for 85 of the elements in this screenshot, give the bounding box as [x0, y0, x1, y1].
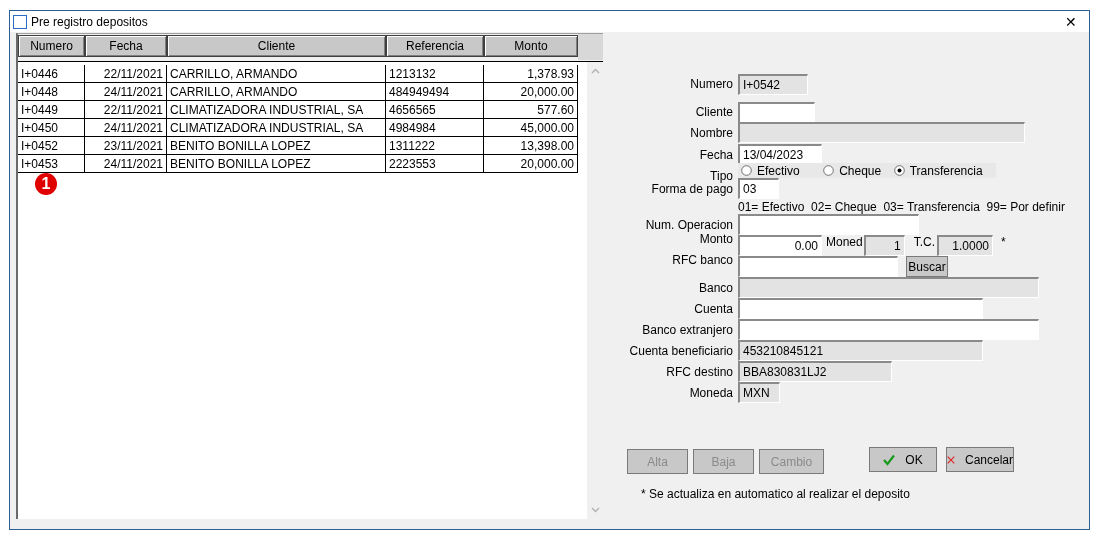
field-label: Num. Operacion — [644, 217, 733, 232]
table-cell: 484949494 — [386, 83, 484, 100]
table-cell: CLIMATIZADORA INDUSTRIAL, SA — [167, 101, 386, 118]
input-field: I+0542 — [738, 73, 808, 95]
field-label: Tipo — [709, 169, 733, 183]
column-header[interactable]: Fecha — [85, 35, 167, 57]
header-filler — [578, 34, 603, 60]
table-cell: I+0446 — [18, 65, 85, 82]
footnote: * Se actualiza en automatico al realizar el deposito — [641, 487, 911, 501]
chevron-down-icon[interactable] — [590, 507, 600, 513]
field-label: Monto — [698, 232, 733, 246]
table-cell: 24/11/2021 — [85, 83, 167, 100]
field-label: Cliente — [694, 105, 733, 119]
table-cell: 4656565 — [386, 101, 484, 118]
input-field[interactable] — [738, 101, 815, 123]
input-field: MXN — [738, 382, 780, 403]
table-cell: 1213132 — [386, 65, 484, 82]
input-field: 453210845121 — [738, 340, 983, 361]
table-cell: I+0449 — [18, 101, 85, 118]
radio-label[interactable]: Cheque — [839, 163, 882, 178]
input-field: BBA830831LJ2 — [738, 361, 892, 382]
window-title: Pre registro depositos — [31, 14, 148, 29]
radio-button[interactable] — [893, 165, 905, 176]
table-cell: 22/11/2021 — [85, 101, 167, 118]
input-field[interactable]: 0.00 — [738, 235, 822, 256]
table-cell: 24/11/2021 — [85, 119, 167, 136]
table-cell: CARRILLO, ARMANDO — [167, 83, 386, 100]
table-cell: BENITO BONILLA LOPEZ — [167, 137, 386, 154]
table-cell: 2223553 — [386, 155, 484, 172]
radio-label[interactable]: Transferencia — [909, 163, 983, 178]
table-cell: I+0453 — [18, 155, 85, 172]
table-cell: 24/11/2021 — [85, 155, 167, 172]
checkmark-icon — [883, 453, 896, 466]
table-cell: 45,000.00 — [484, 119, 578, 136]
field-label: Fecha — [698, 147, 733, 162]
input-field: 1 — [863, 235, 905, 256]
table-cell: 22/11/2021 — [85, 65, 167, 82]
field-label: Moneda — [688, 385, 733, 400]
table-cell: 20,000.00 — [484, 83, 578, 100]
radio-button[interactable] — [823, 165, 835, 176]
field-label: Numero — [689, 77, 733, 91]
table-cell: 4984984 — [386, 119, 484, 136]
window-icon — [13, 14, 27, 29]
column-header[interactable]: Cliente — [167, 35, 386, 57]
input-field[interactable] — [738, 319, 1039, 340]
field-label: Banco extranjero — [641, 322, 733, 337]
radio-label[interactable]: Efectivo — [757, 163, 800, 178]
table-cell: 13,398.00 — [484, 137, 578, 154]
column-header[interactable]: Referencia — [386, 35, 484, 57]
radio-button[interactable] — [741, 165, 752, 176]
input-field[interactable] — [738, 298, 983, 319]
table-cell: CLIMATIZADORA INDUSTRIAL, SA — [167, 119, 386, 136]
input-field[interactable] — [738, 214, 919, 235]
column-header[interactable]: Monto — [484, 35, 578, 57]
input-field: 1.0000 — [937, 235, 994, 256]
payment-codes-hint: 01= Efectivo 02= Cheque 03= Transferencia 99= Por definir — [738, 199, 1065, 214]
table-cell: I+0450 — [18, 119, 85, 136]
input-field[interactable]: 13/04/2023 — [738, 144, 822, 165]
field-label: T.C. — [913, 235, 936, 249]
field-label: Moned — [826, 235, 863, 249]
input-field[interactable] — [738, 256, 898, 277]
table-cell: 20,000.00 — [484, 155, 578, 172]
table-cell: BENITO BONILLA LOPEZ — [167, 155, 386, 172]
table-cell: 23/11/2021 — [85, 137, 167, 154]
table-cell: 1311222 — [386, 137, 484, 154]
field-label: Banco — [697, 280, 733, 295]
search-button[interactable]: Buscar — [906, 256, 948, 277]
field-label: Cuenta beneficiario — [628, 343, 733, 358]
table-cell: 1,378.93 — [484, 65, 578, 82]
table-cell: I+0448 — [18, 83, 85, 100]
ok-button[interactable]: OK — [869, 447, 937, 472]
field-label: RFC destino — [665, 364, 733, 379]
cancel-button[interactable]: Cancelar — [946, 447, 1014, 472]
table-cell: 577.60 — [484, 101, 578, 118]
field-label: Cuenta — [693, 301, 733, 316]
table-cell: I+0452 — [18, 137, 85, 154]
field-label: RFC banco — [671, 253, 733, 267]
close-button[interactable]: ✕ — [1053, 13, 1089, 30]
field-label: Nombre — [689, 125, 733, 140]
column-header[interactable]: Numero — [18, 35, 85, 57]
input-field[interactable]: 03 — [738, 178, 779, 199]
note-mark: * — [1001, 235, 1006, 249]
chevron-up-icon[interactable] — [590, 68, 600, 74]
step-badge: 1 — [35, 173, 57, 195]
table-cell: CARRILLO, ARMANDO — [167, 65, 386, 82]
